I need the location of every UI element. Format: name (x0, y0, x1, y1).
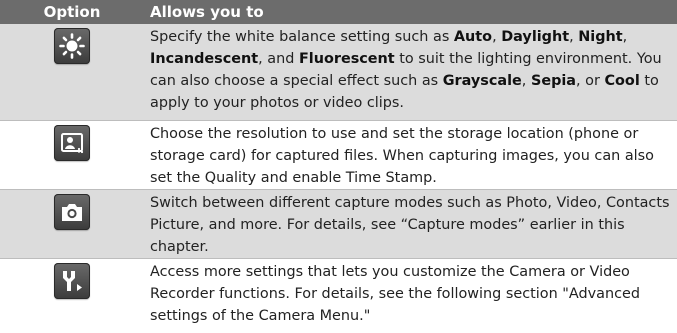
option-icon-cell (0, 190, 144, 258)
row-description: Specify the white balance setting such a… (144, 24, 677, 120)
row-description: Switch between different capture modes s… (144, 190, 677, 258)
description-text: , (569, 29, 579, 45)
description-text: Switch between different capture modes s… (150, 195, 670, 255)
row-description: Choose the resolution to use and set the… (144, 121, 677, 189)
emphasized-term: Grayscale (442, 73, 522, 89)
option-icon-cell (0, 259, 144, 333)
table-row: Choose the resolution to use and set the… (0, 121, 677, 189)
settings-tools-icon[interactable] (54, 263, 90, 299)
emphasized-term: Night (578, 29, 623, 45)
header-allows: Allows you to (150, 3, 264, 21)
table-header: Option Allows you to (0, 0, 677, 24)
resolution-image-icon[interactable] (54, 125, 90, 161)
emphasized-term: Fluorescent (298, 51, 395, 67)
table-row: Specify the white balance setting such a… (0, 24, 677, 120)
emphasized-term: Auto (453, 29, 493, 45)
camera-icon[interactable] (54, 194, 90, 230)
description-text: Specify the white balance setting such a… (150, 29, 454, 45)
emphasized-term: Sepia (530, 73, 577, 89)
emphasized-term: Cool (604, 73, 640, 89)
header-option: Option (43, 3, 101, 21)
option-icon-cell (0, 24, 144, 120)
emphasized-term: Incandescent (150, 51, 259, 67)
table-row: Access more settings that lets you custo… (0, 259, 677, 333)
description-text: , or (576, 73, 605, 89)
description-text: Choose the resolution to use and set the… (150, 126, 654, 186)
description-text: , (492, 29, 502, 45)
description-text: , (521, 73, 531, 89)
options-table: Option Allows you to Specify the white b… (0, 0, 677, 333)
white-balance-sun-icon[interactable] (54, 28, 90, 64)
row-description: Access more settings that lets you custo… (144, 259, 677, 333)
description-text: , (622, 29, 628, 45)
table-row: Switch between different capture modes s… (0, 190, 677, 258)
option-icon-cell (0, 121, 144, 189)
emphasized-term: Daylight (501, 29, 570, 45)
description-text: Access more settings that lets you custo… (150, 264, 640, 324)
description-text: , and (258, 51, 299, 67)
